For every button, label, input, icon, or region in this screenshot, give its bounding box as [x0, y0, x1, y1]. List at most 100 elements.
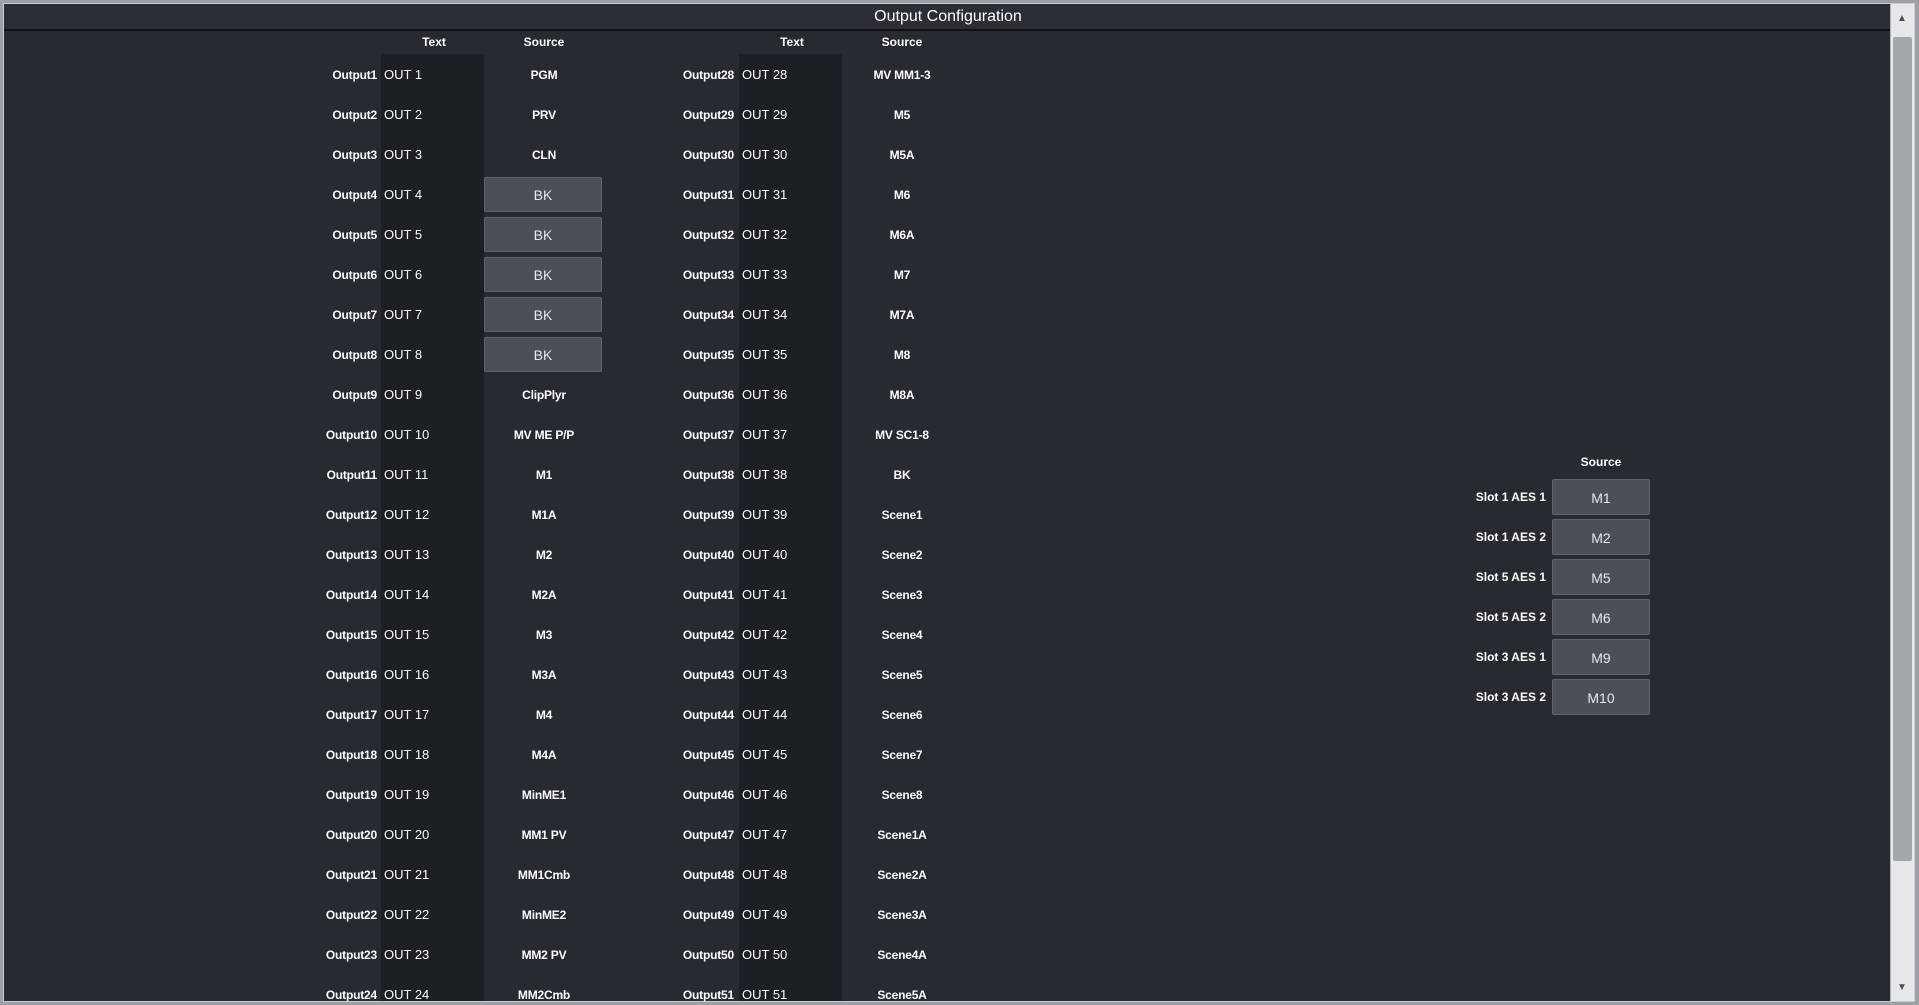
output-row: Output35 OUT 35 M8 — [4, 335, 1004, 375]
output-source-value[interactable]: Scene1A — [842, 815, 962, 855]
output-row: Output40 OUT 40 Scene2 — [4, 535, 1004, 575]
output-row: Output47 OUT 47 Scene1A — [4, 815, 1004, 855]
aes-source-button[interactable]: M1 — [1552, 479, 1650, 515]
output-text-field[interactable]: OUT 30 — [742, 135, 787, 175]
output-text-field[interactable]: OUT 50 — [742, 935, 787, 975]
output-row: Output39 OUT 39 Scene1 — [4, 495, 1004, 535]
output-source-value[interactable]: MV MM1-3 — [842, 55, 962, 95]
scrollbar-thumb[interactable] — [1893, 37, 1912, 861]
output-row: Output29 OUT 29 M5 — [4, 95, 1004, 135]
output-source-value[interactable]: M7 — [842, 255, 962, 295]
output-text-field[interactable]: OUT 38 — [742, 455, 787, 495]
output-text-field[interactable]: OUT 48 — [742, 855, 787, 895]
text-column-header: Text — [780, 35, 804, 49]
output-source-value[interactable]: M8A — [842, 375, 962, 415]
aes-source-button[interactable]: M10 — [1552, 679, 1650, 715]
output-text-field[interactable]: OUT 34 — [742, 295, 787, 335]
aes-output-label: Slot 3 AES 2 — [1475, 690, 1546, 704]
output-text-field[interactable]: OUT 29 — [742, 95, 787, 135]
output-source-value[interactable]: M6A — [842, 215, 962, 255]
output-source-value[interactable]: Scene4 — [842, 615, 962, 655]
output-source-value[interactable]: Scene5A — [842, 975, 962, 1001]
output-label: Output38 — [682, 468, 734, 482]
output-text-field[interactable]: OUT 51 — [742, 975, 787, 1001]
output-text-field[interactable]: OUT 49 — [742, 895, 787, 935]
output-label: Output47 — [682, 828, 734, 842]
output-text-field[interactable]: OUT 45 — [742, 735, 787, 775]
vertical-scrollbar[interactable]: ▲ ▼ — [1890, 4, 1914, 1001]
output-row: Output43 OUT 43 Scene5 — [4, 655, 1004, 695]
output-label: Output32 — [682, 228, 734, 242]
output-text-field[interactable]: OUT 40 — [742, 535, 787, 575]
output-label: Output30 — [682, 148, 734, 162]
scroll-down-icon[interactable]: ▼ — [1891, 977, 1913, 999]
output-source-value[interactable]: Scene6 — [842, 695, 962, 735]
output-text-field[interactable]: OUT 28 — [742, 55, 787, 95]
output-text-field[interactable]: OUT 46 — [742, 775, 787, 815]
output-source-value[interactable]: M6 — [842, 175, 962, 215]
output-text-field[interactable]: OUT 47 — [742, 815, 787, 855]
output-label: Output41 — [682, 588, 734, 602]
output-label: Output48 — [682, 868, 734, 882]
output-label: Output29 — [682, 108, 734, 122]
output-row: Output33 OUT 33 M7 — [4, 255, 1004, 295]
output-text-field[interactable]: OUT 43 — [742, 655, 787, 695]
output-row: Output46 OUT 46 Scene8 — [4, 775, 1004, 815]
output-source-value[interactable]: Scene5 — [842, 655, 962, 695]
output-text-field[interactable]: OUT 41 — [742, 575, 787, 615]
output-row: Output41 OUT 41 Scene3 — [4, 575, 1004, 615]
output-text-field[interactable]: OUT 42 — [742, 615, 787, 655]
output-row: Output30 OUT 30 M5A — [4, 135, 1004, 175]
source-column-header: Source — [523, 35, 565, 49]
output-row: Output36 OUT 36 M8A — [4, 375, 1004, 415]
output-row: Output50 OUT 50 Scene4A — [4, 935, 1004, 975]
output-label: Output49 — [682, 908, 734, 922]
aes-output-label: Slot 5 AES 2 — [1475, 610, 1546, 624]
output-source-value[interactable]: Scene2 — [842, 535, 962, 575]
output-text-field[interactable]: OUT 36 — [742, 375, 787, 415]
output-label: Output40 — [682, 548, 734, 562]
output-text-field[interactable]: OUT 39 — [742, 495, 787, 535]
aes-source-button[interactable]: M2 — [1552, 519, 1650, 555]
output-source-value[interactable]: Scene3 — [842, 575, 962, 615]
scroll-up-icon[interactable]: ▲ — [1891, 8, 1913, 30]
output-source-value[interactable]: Scene2A — [842, 855, 962, 895]
output-text-field[interactable]: OUT 35 — [742, 335, 787, 375]
output-text-field[interactable]: OUT 31 — [742, 175, 787, 215]
output-source-value[interactable]: M5A — [842, 135, 962, 175]
output-label: Output45 — [682, 748, 734, 762]
output-row: Output42 OUT 42 Scene4 — [4, 615, 1004, 655]
aes-source-button[interactable]: M9 — [1552, 639, 1650, 675]
output-source-value[interactable]: Scene8 — [842, 775, 962, 815]
output-source-value[interactable]: Scene7 — [842, 735, 962, 775]
output-source-value[interactable]: M7A — [842, 295, 962, 335]
output-text-field[interactable]: OUT 44 — [742, 695, 787, 735]
aes-source-button[interactable]: M5 — [1552, 559, 1650, 595]
output-source-value[interactable]: Scene4A — [842, 935, 962, 975]
output-source-value[interactable]: Scene3A — [842, 895, 962, 935]
output-source-value[interactable]: M5 — [842, 95, 962, 135]
output-label: Output50 — [682, 948, 734, 962]
output-label: Output28 — [682, 68, 734, 82]
output-source-value[interactable]: BK — [842, 455, 962, 495]
output-label: Output31 — [682, 188, 734, 202]
output-row: Output37 OUT 37 MV SC1-8 — [4, 415, 1004, 455]
output-label: Output46 — [682, 788, 734, 802]
output-label: Output34 — [682, 308, 734, 322]
aes-source-button[interactable]: M6 — [1552, 599, 1650, 635]
output-label: Output35 — [682, 348, 734, 362]
output-row: Output44 OUT 44 Scene6 — [4, 695, 1004, 735]
output-source-value[interactable]: MV SC1-8 — [842, 415, 962, 455]
output-source-value[interactable]: M8 — [842, 335, 962, 375]
output-row: Output28 OUT 28 MV MM1-3 — [4, 55, 1004, 95]
aes-output-label: Slot 1 AES 2 — [1475, 530, 1546, 544]
panel-title: Output Configuration — [4, 4, 1892, 31]
output-configuration-panel: Output Configuration Text Source Text So… — [3, 3, 1915, 1002]
output-label: Output36 — [682, 388, 734, 402]
output-text-field[interactable]: OUT 33 — [742, 255, 787, 295]
output-source-value[interactable]: Scene1 — [842, 495, 962, 535]
output-label: Output39 — [682, 508, 734, 522]
output-row: Output48 OUT 48 Scene2A — [4, 855, 1004, 895]
output-text-field[interactable]: OUT 32 — [742, 215, 787, 255]
output-text-field[interactable]: OUT 37 — [742, 415, 787, 455]
